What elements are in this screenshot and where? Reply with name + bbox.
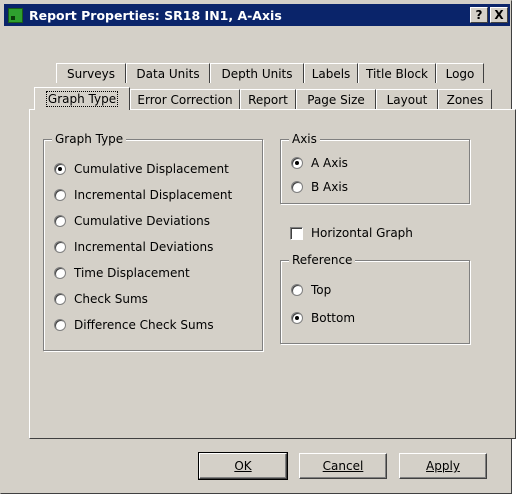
group-label: Reference xyxy=(289,253,356,267)
tab-graph-type[interactable]: Graph Type xyxy=(34,87,130,110)
tab-label: Title Block xyxy=(366,66,428,81)
help-button[interactable]: ? xyxy=(470,7,488,23)
radio-button[interactable] xyxy=(54,241,66,253)
apply-button[interactable]: Apply xyxy=(399,453,487,479)
axis-group: Axis A Axis B Axis xyxy=(280,132,470,204)
reference-group: Reference Top Bottom xyxy=(280,253,470,344)
tab-title-block[interactable]: Title Block xyxy=(358,63,436,83)
radio-top[interactable]: Top xyxy=(291,283,331,297)
radio-difference-check-sums[interactable]: Difference Check Sums xyxy=(54,318,214,332)
radio-cumulative-deviations[interactable]: Cumulative Deviations xyxy=(54,214,210,228)
tab-label: Layout xyxy=(386,92,428,107)
button-label: OK xyxy=(234,459,252,473)
tab-layout[interactable]: Layout xyxy=(376,89,438,109)
button-label: Cancel xyxy=(322,459,364,473)
app-icon xyxy=(8,7,23,23)
close-button[interactable]: X xyxy=(490,7,508,23)
tab-error-correction[interactable]: Error Correction xyxy=(130,89,240,109)
tab-label: Zones xyxy=(446,92,484,107)
horizontal-graph-checkbox[interactable]: Horizontal Graph xyxy=(290,226,413,240)
group-label: Graph Type xyxy=(52,132,127,146)
radio-button[interactable] xyxy=(54,189,66,201)
tab-label: Depth Units xyxy=(221,66,293,81)
group-label: Axis xyxy=(289,132,320,146)
tab-label: Labels xyxy=(311,66,351,81)
radio-label: Check Sums xyxy=(74,292,148,306)
tab-data-units[interactable]: Data Units xyxy=(126,63,210,83)
graph-type-group: Graph Type Cumulative Displacement Incre… xyxy=(43,132,263,351)
cancel-button[interactable]: Cancel xyxy=(299,453,387,479)
radio-a-axis[interactable]: A Axis xyxy=(291,156,348,170)
radio-label: Time Displacement xyxy=(74,266,190,280)
window-title: Report Properties: SR18 IN1, A-Axis xyxy=(29,7,282,23)
radio-button[interactable] xyxy=(54,215,66,227)
radio-button[interactable] xyxy=(54,319,66,331)
radio-b-axis[interactable]: B Axis xyxy=(291,180,348,194)
radio-label: A Axis xyxy=(311,156,348,170)
tab-label: Logo xyxy=(445,66,475,81)
radio-button[interactable] xyxy=(291,312,303,324)
tab-labels[interactable]: Labels xyxy=(304,63,358,83)
radio-button[interactable] xyxy=(54,267,66,279)
checkbox-label: Horizontal Graph xyxy=(311,226,413,240)
report-properties-dialog: Report Properties: SR18 IN1, A-Axis ? X … xyxy=(0,0,516,494)
tab-label: Error Correction xyxy=(137,92,233,107)
radio-bottom[interactable]: Bottom xyxy=(291,311,355,325)
radio-label: Difference Check Sums xyxy=(74,318,214,332)
radio-incremental-displacement[interactable]: Incremental Displacement xyxy=(54,188,232,202)
radio-time-displacement[interactable]: Time Displacement xyxy=(54,266,190,280)
radio-cumulative-displacement[interactable]: Cumulative Displacement xyxy=(54,162,229,176)
radio-label: Cumulative Displacement xyxy=(74,162,229,176)
radio-button[interactable] xyxy=(54,293,66,305)
radio-label: B Axis xyxy=(311,180,348,194)
checkbox[interactable] xyxy=(290,226,303,240)
button-label: Apply xyxy=(426,459,460,473)
radio-check-sums[interactable]: Check Sums xyxy=(54,292,148,306)
radio-label: Top xyxy=(311,283,332,297)
graph-type-tab-page: Graph Type Cumulative Displacement Incre… xyxy=(29,109,516,439)
radio-label: Incremental Deviations xyxy=(74,240,214,254)
radio-button[interactable] xyxy=(291,157,303,169)
tab-label: Page Size xyxy=(307,92,365,107)
tab-logo[interactable]: Logo xyxy=(436,63,484,83)
ok-button[interactable]: OK xyxy=(198,452,288,480)
tab-surveys[interactable]: Surveys xyxy=(56,63,126,83)
tab-label: Data Units xyxy=(136,66,200,81)
radio-button[interactable] xyxy=(54,163,66,175)
tab-zones[interactable]: Zones xyxy=(438,89,492,109)
radio-button[interactable] xyxy=(291,181,303,193)
tab-report[interactable]: Report xyxy=(240,89,296,109)
radio-label: Bottom xyxy=(311,311,356,325)
tab-label: Surveys xyxy=(67,66,115,81)
title-bar[interactable]: Report Properties: SR18 IN1, A-Axis ? X xyxy=(4,4,510,26)
radio-button[interactable] xyxy=(291,284,303,296)
tab-label: Report xyxy=(248,92,288,107)
radio-incremental-deviations[interactable]: Incremental Deviations xyxy=(54,240,213,254)
radio-label: Cumulative Deviations xyxy=(74,214,210,228)
tab-page-size[interactable]: Page Size xyxy=(296,89,376,109)
tab-depth-units[interactable]: Depth Units xyxy=(210,63,304,83)
tab-label: Graph Type xyxy=(45,91,119,107)
radio-label: Incremental Displacement xyxy=(74,188,233,202)
